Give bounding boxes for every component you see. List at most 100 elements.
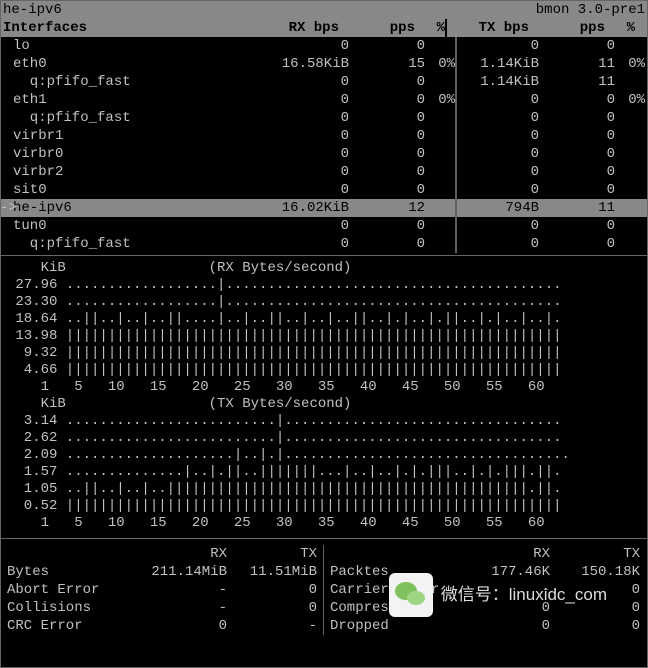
- stats-rx: 211.14MiB: [137, 563, 227, 581]
- interface-row[interactable]: sit00000: [1, 181, 647, 199]
- header-rxpps: pps: [339, 19, 415, 37]
- cell-rxbps: 0: [273, 37, 349, 55]
- interface-row[interactable]: q:pfifo_fast0000: [1, 109, 647, 127]
- interface-row[interactable]: lo0000: [1, 37, 647, 55]
- cell-txpct: [615, 199, 645, 217]
- cell-txpct: [615, 235, 645, 253]
- stats-label: Packtes: [330, 563, 460, 581]
- column-headers: Interfaces RX bps pps % TX bps pps %: [1, 19, 647, 37]
- cell-rxbps: 16.02KiB: [273, 199, 349, 217]
- stats-tx: 0: [227, 599, 317, 617]
- stats-rx: 0: [137, 617, 227, 635]
- interface-name: sit0: [1, 181, 273, 199]
- interface-row[interactable]: virbr10000: [1, 127, 647, 145]
- cell-rxbps: 0: [273, 145, 349, 163]
- stats-right-pane: RXTXPacktes177.46K150.18KCarrier Error-0…: [324, 545, 647, 635]
- graph-area: KiB (RX Bytes/second) 27.96 ............…: [1, 256, 647, 532]
- cell-rxbps: 0: [273, 163, 349, 181]
- cell-txbps: 0: [463, 163, 539, 181]
- cell-rxpps: 0: [349, 217, 425, 235]
- stats-col-rx: RX: [460, 545, 550, 563]
- cell-rxpps: 0: [349, 73, 425, 91]
- interface-name: virbr1: [1, 127, 273, 145]
- stats-label: Collisions: [7, 599, 137, 617]
- stats-rx: -: [137, 599, 227, 617]
- cell-rxpct: 0%: [425, 91, 455, 109]
- cell-rxbps: 16.58KiB: [273, 55, 349, 73]
- stats-row: Collisions-0: [7, 599, 317, 617]
- stats-tx: 0: [550, 599, 640, 617]
- cell-txpct: [615, 163, 645, 181]
- interface-row[interactable]: virbr00000: [1, 145, 647, 163]
- cell-rxpct: [425, 181, 455, 199]
- stats-area: RXTXBytes211.14MiB11.51MiBAbort Error-0C…: [1, 539, 647, 635]
- cell-txpps: 0: [539, 163, 615, 181]
- cell-txpps: 11: [539, 199, 615, 217]
- interface-name: he-ipv6: [1, 199, 273, 217]
- cell-txpps: 0: [539, 91, 615, 109]
- stats-header: RXTX: [7, 545, 317, 563]
- cell-rxpps: 0: [349, 37, 425, 55]
- cell-txbps: 0: [463, 235, 539, 253]
- stats-rx: 0: [460, 617, 550, 635]
- cell-rxpct: [425, 235, 455, 253]
- cell-txbps: 0: [463, 37, 539, 55]
- stats-rx: 0: [460, 599, 550, 617]
- cell-txpct: [615, 37, 645, 55]
- stats-col-tx: TX: [227, 545, 317, 563]
- stats-row: Carrier Error-0: [330, 581, 641, 599]
- cell-txbps: 1.14KiB: [463, 73, 539, 91]
- interface-row[interactable]: q:pfifo_fast001.14KiB11: [1, 73, 647, 91]
- stats-tx: 0: [227, 581, 317, 599]
- cell-txbps: 1.14KiB: [463, 55, 539, 73]
- interface-row[interactable]: eth1000%000%: [1, 91, 647, 109]
- cell-rxpps: 0: [349, 109, 425, 127]
- interface-row[interactable]: eth016.58KiB150%1.14KiB110%: [1, 55, 647, 73]
- interface-name: virbr0: [1, 145, 273, 163]
- stats-label: CRC Error: [7, 617, 137, 635]
- stats-tx: 11.51MiB: [227, 563, 317, 581]
- interface-list[interactable]: lo0000eth016.58KiB150%1.14KiB110% q:pfif…: [1, 37, 647, 253]
- cell-txpps: 0: [539, 181, 615, 199]
- stats-label: Abort Error: [7, 581, 137, 599]
- cell-rxbps: 0: [273, 235, 349, 253]
- cell-rxpct: [425, 199, 455, 217]
- version-text: bmon 3.0-pre1: [536, 1, 645, 19]
- stats-row: Abort Error-0: [7, 581, 317, 599]
- cell-txpps: 0: [539, 217, 615, 235]
- cell-rxpct: [425, 217, 455, 235]
- cell-rxpct: [425, 127, 455, 145]
- stats-header: RXTX: [330, 545, 641, 563]
- stats-row: Dropped00: [330, 617, 641, 635]
- cell-txpct: [615, 145, 645, 163]
- cell-txbps: 794B: [463, 199, 539, 217]
- cell-rxpps: 0: [349, 127, 425, 145]
- stats-label: Compressed: [330, 599, 460, 617]
- cell-txpct: [615, 73, 645, 91]
- cell-rxbps: 0: [273, 73, 349, 91]
- stats-label: Carrier Error: [330, 581, 460, 599]
- stats-col-tx: TX: [550, 545, 640, 563]
- interface-row[interactable]: he-ipv616.02KiB12794B11: [1, 199, 647, 217]
- interface-row[interactable]: q:pfifo_fast0000: [1, 235, 647, 253]
- cell-rxbps: 0: [273, 217, 349, 235]
- stats-tx: 0: [550, 617, 640, 635]
- interface-row[interactable]: tun00000: [1, 217, 647, 235]
- cell-rxpct: [425, 73, 455, 91]
- interface-row[interactable]: virbr20000: [1, 163, 647, 181]
- interface-name: q:pfifo_fast: [1, 73, 273, 91]
- cell-txpct: [615, 127, 645, 145]
- interface-name: virbr2: [1, 163, 273, 181]
- header-txbps: TX bps: [453, 19, 529, 37]
- stats-rx: 177.46K: [460, 563, 550, 581]
- stats-row: Bytes211.14MiB11.51MiB: [7, 563, 317, 581]
- cell-rxpps: 15: [349, 55, 425, 73]
- stats-row: Packtes177.46K150.18K: [330, 563, 641, 581]
- cell-rxpps: 0: [349, 145, 425, 163]
- cell-rxpct: 0%: [425, 55, 455, 73]
- cell-txbps: 0: [463, 145, 539, 163]
- stats-tx: 0: [550, 581, 640, 599]
- stats-label: Bytes: [7, 563, 137, 581]
- cell-txpps: 11: [539, 73, 615, 91]
- cell-txpps: 0: [539, 235, 615, 253]
